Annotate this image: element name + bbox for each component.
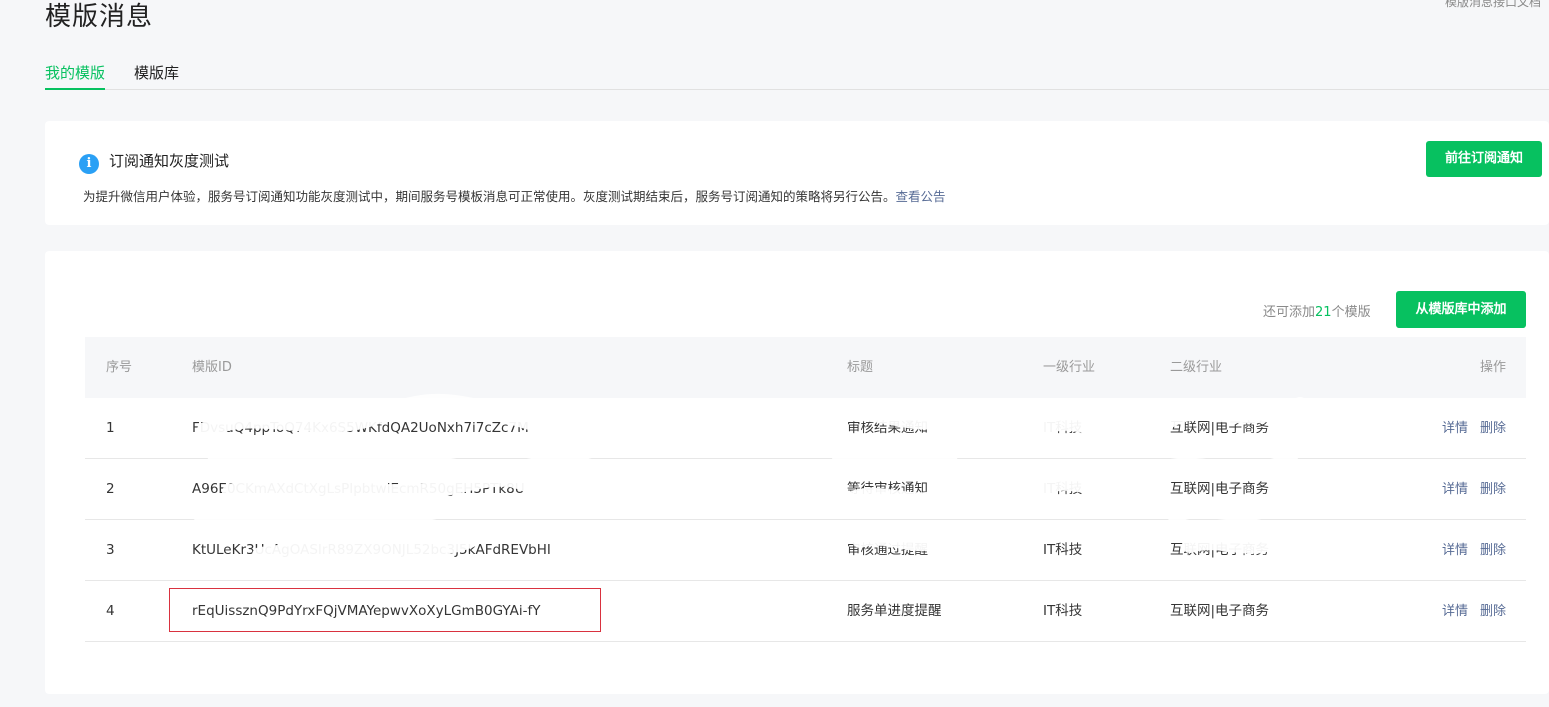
row-title: 审核通过提醒 (847, 542, 928, 558)
quota-count: 21 (1315, 305, 1332, 320)
delete-link[interactable]: 删除 (1480, 543, 1506, 558)
row-template-id: FDvsuQ4ppToQ74Kx6S5WKfdQA2UoNxh7i7cZc7M (192, 420, 529, 436)
tab-template-library[interactable]: 模版库 (134, 62, 179, 88)
row-title: 服务单进度提醒 (847, 603, 942, 619)
add-from-library-button[interactable]: 从模版库中添加 (1396, 291, 1526, 328)
row-industry-1: IT科技 (1043, 542, 1083, 558)
template-table: 序号 模版ID 标题 一级行业 二级行业 操作 1 FDvsuQ4ppToQ74… (85, 337, 1526, 642)
table-row: 3 KtULeKr3UcAgOASIrR89ZX9ONJL52bc3J5kAFd… (85, 520, 1526, 581)
notice-card: i 订阅通知灰度测试 为提升微信用户体验，服务号订阅通知功能灰度测试中，期间服务… (45, 121, 1549, 225)
notice-description: 为提升微信用户体验，服务号订阅通知功能灰度测试中，期间服务号模板消息可正常使用。… (83, 186, 946, 205)
row-actions: 详情 删除 (1430, 459, 1506, 520)
header-title: 标题 (847, 360, 874, 375)
row-industry-1: IT科技 (1043, 481, 1083, 497)
table-row: 1 FDvsuQ4ppToQ74Kx6S5WKfdQA2UoNxh7i7cZc7… (85, 398, 1526, 459)
row-template-id: KtULeKr3UcAgOASIrR89ZX9ONJL52bc3J5kAFdRE… (192, 542, 551, 558)
tab-bar: 我的模版 模版库 (45, 56, 1549, 90)
table-row: 2 A96E0CKmAXdCtXgLsPIpbtwiEcmR50gEH5PTk8… (85, 459, 1526, 520)
table-header: 序号 模版ID 标题 一级行业 二级行业 操作 (85, 337, 1526, 398)
row-index: 4 (106, 603, 115, 619)
template-panel: 还可添加21个模版 从模版库中添加 序号 模版ID 标题 一级行业 二级行业 操… (45, 251, 1549, 694)
notice-title: 订阅通知灰度测试 (109, 152, 230, 170)
goto-subscribe-button[interactable]: 前往订阅通知 (1426, 141, 1542, 177)
detail-link[interactable]: 详情 (1442, 604, 1468, 619)
row-title: 审核结果通知 (847, 420, 928, 436)
notice-link[interactable]: 查看公告 (896, 189, 946, 204)
row-industry-2: 互联网|电子商务 (1170, 603, 1270, 619)
table-row: 4 rEqUissznQ9PdYrxFQjVMAYepwvXoXyLGmB0GY… (85, 581, 1526, 642)
row-actions: 详情 删除 (1430, 398, 1506, 459)
doc-link[interactable]: 模版消息接口文档 (1445, 0, 1541, 10)
row-index: 3 (106, 542, 115, 558)
header-actions: 操作 (1479, 360, 1506, 375)
row-industry-2: 互联网|电子商务 (1170, 481, 1270, 497)
row-industry-1: IT科技 (1043, 420, 1083, 436)
delete-link[interactable]: 删除 (1480, 421, 1506, 436)
tab-my-templates[interactable]: 我的模版 (45, 62, 106, 90)
row-template-id: rEqUissznQ9PdYrxFQjVMAYepwvXoXyLGmB0GYAi… (192, 603, 541, 619)
header-template-id: 模版ID (192, 360, 232, 375)
quota-text: 还可添加21个模版 (1263, 301, 1371, 320)
row-template-id: A96E0CKmAXdCtXgLsPIpbtwiEcmR50gEH5PTk8U (192, 481, 525, 497)
detail-link[interactable]: 详情 (1442, 543, 1468, 558)
row-actions: 详情 删除 (1430, 581, 1506, 642)
detail-link[interactable]: 详情 (1442, 421, 1468, 436)
row-industry-1: IT科技 (1043, 603, 1083, 619)
page-title: 模版消息 (45, 2, 154, 32)
info-icon: i (79, 154, 99, 174)
detail-link[interactable]: 详情 (1442, 482, 1468, 497)
delete-link[interactable]: 删除 (1480, 482, 1506, 497)
row-index: 2 (106, 481, 115, 497)
row-title: 等待审核通知 (847, 481, 928, 497)
row-industry-2: 互联网|电子商务 (1170, 420, 1270, 436)
row-industry-2: 互联网|电子商务 (1170, 542, 1270, 558)
quota-prefix: 还可添加 (1263, 305, 1316, 320)
row-index: 1 (106, 420, 115, 436)
row-actions: 详情 删除 (1430, 520, 1506, 581)
header-industry-1: 一级行业 (1043, 360, 1096, 375)
delete-link[interactable]: 删除 (1480, 604, 1506, 619)
notice-description-text: 为提升微信用户体验，服务号订阅通知功能灰度测试中，期间服务号模板消息可正常使用。… (83, 189, 896, 204)
header-industry-2: 二级行业 (1170, 360, 1223, 375)
quota-suffix: 个模版 (1331, 305, 1371, 320)
header-index: 序号 (106, 360, 133, 375)
